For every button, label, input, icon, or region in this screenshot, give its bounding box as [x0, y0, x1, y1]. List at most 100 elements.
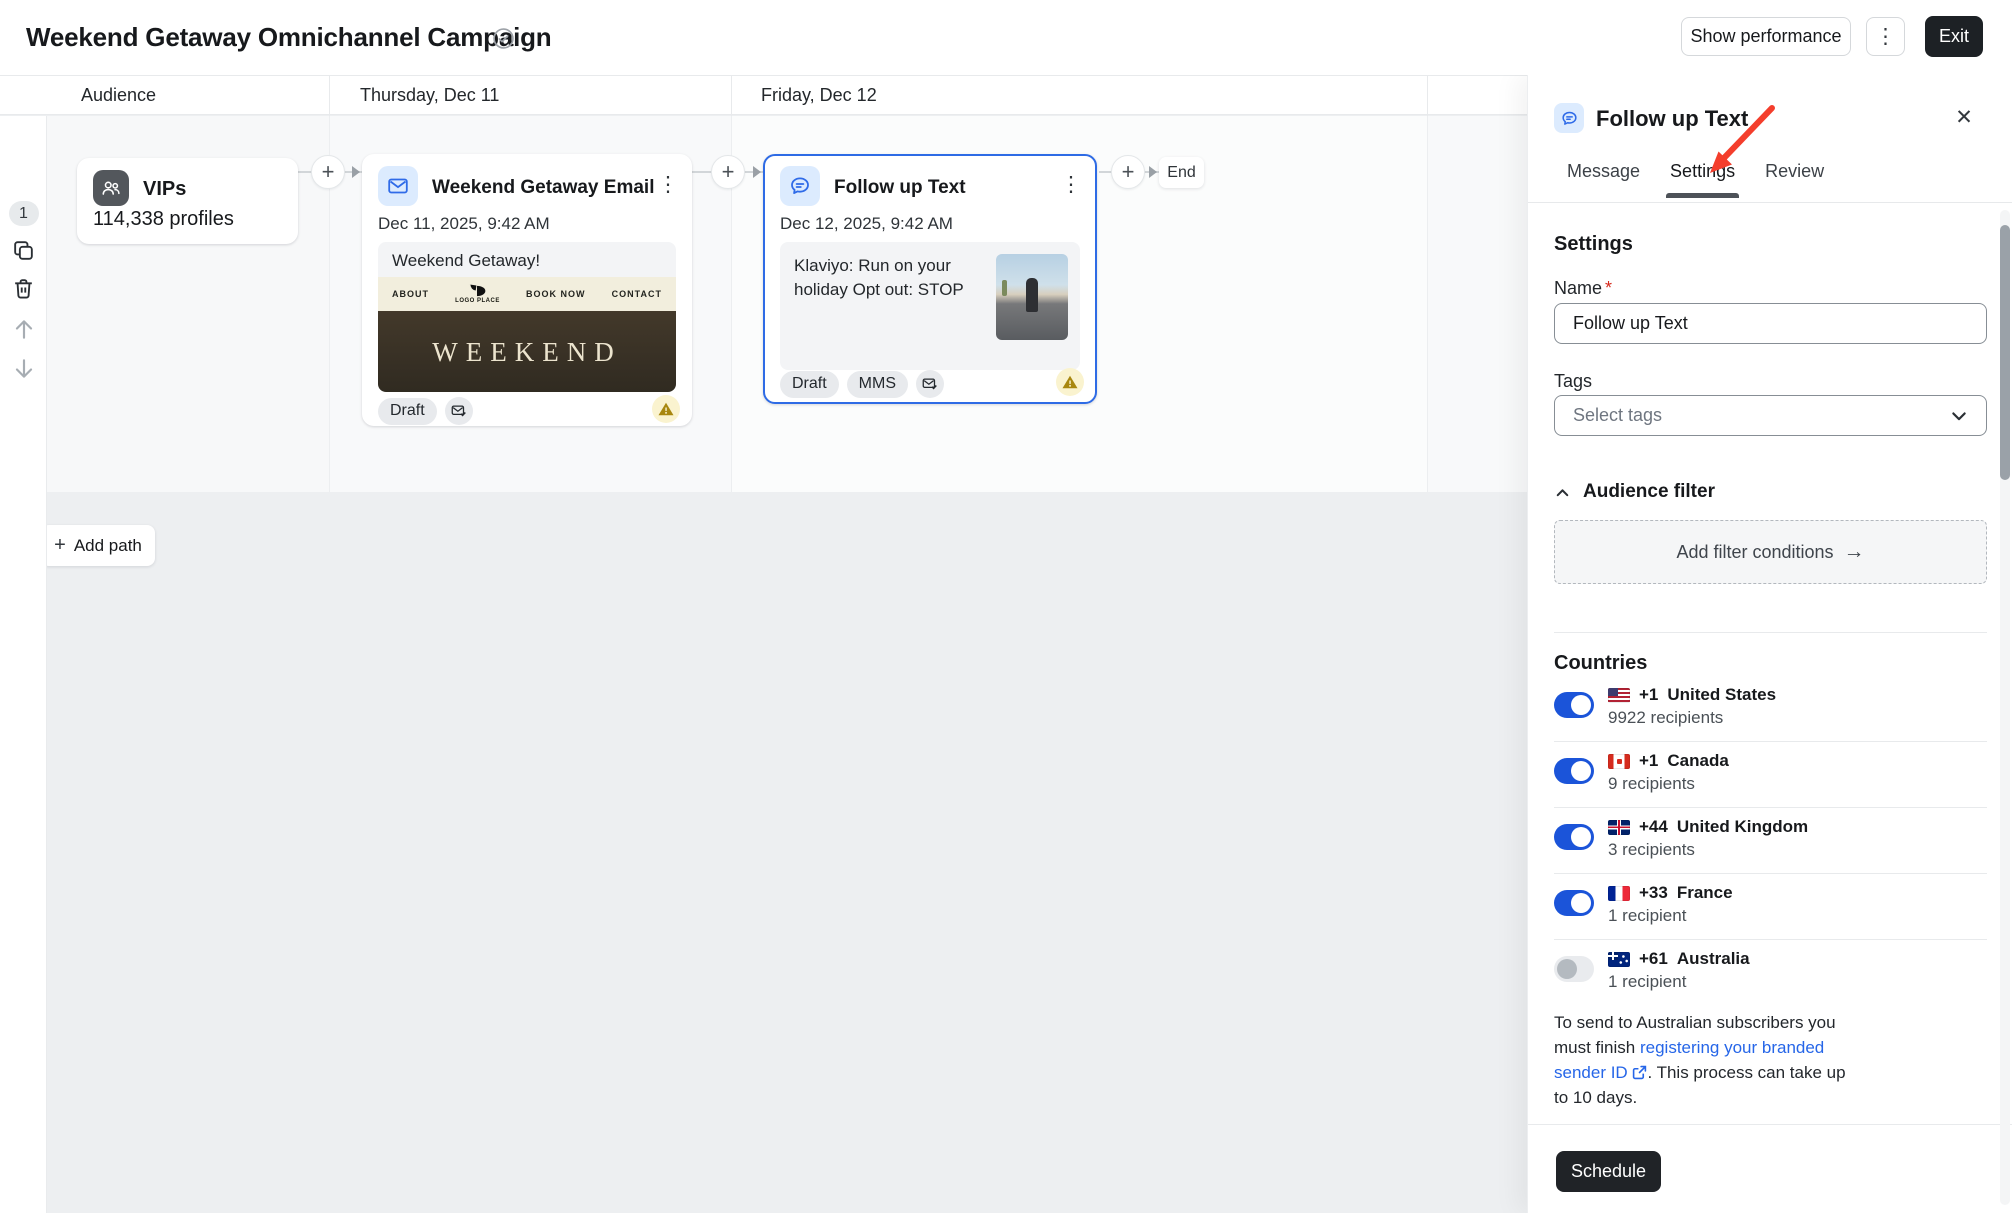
country-row-france: +33 France 1 recipient [1554, 882, 1987, 940]
fr-flag-icon [1608, 886, 1630, 901]
campaign-builder-app: Weekend Getaway Omnichannel Campaign Sho… [0, 0, 2012, 1213]
country-toggle[interactable] [1554, 890, 1594, 916]
country-name: United States [1667, 685, 1776, 705]
country-recipients: 1 recipient [1608, 906, 1686, 926]
exit-button[interactable]: Exit [1925, 16, 1983, 57]
country-row-canada: +1 Canada 9 recipients [1554, 750, 1987, 808]
tab-settings[interactable]: Settings [1670, 161, 1735, 198]
sms-mms-image [996, 254, 1068, 340]
row-divider [1554, 873, 1987, 874]
column-divider [1427, 76, 1428, 116]
email-status-badge: Draft [378, 398, 437, 425]
gb-flag-icon [1608, 820, 1630, 835]
panel-sms-chat-icon [1554, 103, 1584, 133]
add-path-label: Add path [74, 536, 142, 556]
campaign-canvas: Audience Thursday, Dec 11 Friday, Dec 12… [0, 75, 1527, 1213]
email-card[interactable]: Weekend Getaway Email ⋮ Dec 11, 2025, 9:… [362, 154, 692, 426]
move-up-icon[interactable] [0, 316, 47, 342]
more-options-button[interactable]: ⋮ [1866, 17, 1905, 56]
country-name: France [1677, 883, 1733, 903]
row-divider [1554, 939, 1987, 940]
country-toggle[interactable] [1554, 758, 1594, 784]
australia-sender-note: To send to Australian subscribers you mu… [1554, 1010, 1846, 1110]
sms-chat-icon [780, 166, 820, 206]
warning-icon [1056, 368, 1084, 396]
country-code: +33 [1639, 883, 1668, 903]
sms-preview: Klaviyo: Run on your holiday Opt out: ST… [780, 242, 1080, 370]
audience-card-title: VIPs [143, 178, 186, 201]
connector-arrow-icon [352, 166, 360, 178]
country-row-australia: +61 Australia 1 recipient [1554, 948, 1987, 1006]
add-filter-conditions-button[interactable]: Add filter conditions → [1554, 520, 1987, 584]
tags-field-label: Tags [1554, 371, 1592, 392]
country-toggle[interactable] [1554, 824, 1594, 850]
sms-card-menu-icon[interactable]: ⋮ [1057, 170, 1085, 198]
sms-message-text: Klaviyo: Run on your holiday Opt out: ST… [794, 254, 990, 302]
add-path-button[interactable]: + Add path [41, 525, 155, 566]
tabs-divider [1528, 202, 2012, 203]
email-nav-about: ABOUT [392, 289, 429, 299]
sms-card-datetime: Dec 12, 2025, 9:42 AM [780, 214, 953, 234]
column-divider [329, 76, 330, 116]
row-divider [1554, 807, 1987, 808]
email-logo-label: LOGO PLACE [455, 298, 500, 304]
check-circle-icon [492, 27, 515, 50]
name-input[interactable] [1554, 303, 1987, 344]
email-hero-text: WEEKEND [378, 311, 676, 368]
country-recipients: 9922 recipients [1608, 708, 1723, 728]
schedule-button[interactable]: Schedule [1556, 1151, 1661, 1192]
email-hero-image: WEEKEND [378, 311, 676, 392]
email-preview: Weekend Getaway! ABOUT LOGO PLACE BOOK N… [378, 242, 676, 392]
ca-flag-icon [1608, 754, 1630, 769]
add-step-button[interactable]: + [311, 155, 345, 189]
email-preview-nav: ABOUT LOGO PLACE BOOK NOW CONTACT [378, 277, 676, 311]
column-day2-label: Friday, Dec 12 [761, 85, 877, 106]
panel-scrollbar-thumb[interactable] [2000, 225, 2010, 480]
email-nav-contact: CONTACT [612, 289, 662, 299]
footer-divider [1528, 1124, 2012, 1125]
sms-card[interactable]: Follow up Text ⋮ Dec 12, 2025, 9:42 AM K… [763, 154, 1097, 404]
sms-status-badge: Draft [780, 371, 839, 398]
chevron-up-icon [1554, 484, 1571, 501]
country-recipients: 1 recipient [1608, 972, 1686, 992]
email-card-menu-icon[interactable]: ⋮ [654, 170, 682, 198]
envelope-check-icon [445, 397, 473, 425]
required-marker: * [1605, 278, 1612, 298]
row-divider [1554, 741, 1987, 742]
tab-message[interactable]: Message [1567, 161, 1640, 198]
arrow-right-icon: → [1844, 540, 1865, 564]
au-flag-icon [1608, 952, 1630, 967]
email-logo: LOGO PLACE [455, 284, 500, 304]
country-name: Canada [1667, 751, 1728, 771]
column-day1-label: Thursday, Dec 11 [360, 85, 499, 106]
connector-arrow-icon [753, 166, 761, 178]
logo-glyph-icon [464, 284, 490, 297]
top-bar: Weekend Getaway Omnichannel Campaign Sho… [0, 0, 2012, 75]
panel-title: Follow up Text [1596, 106, 1748, 132]
connector-arrow-icon [1149, 166, 1157, 178]
country-toggle[interactable] [1554, 956, 1594, 982]
external-link-icon [1632, 1065, 1647, 1080]
audience-filter-toggle[interactable]: Audience filter [1554, 481, 1715, 503]
show-performance-button[interactable]: Show performance [1681, 17, 1851, 56]
page-title: Weekend Getaway Omnichannel Campaign [26, 22, 551, 53]
delete-icon[interactable] [0, 276, 47, 301]
move-down-icon[interactable] [0, 356, 47, 382]
settings-heading: Settings [1554, 233, 1633, 256]
audience-profiles-count: 114,338 profiles [93, 208, 234, 231]
country-recipients: 9 recipients [1608, 774, 1695, 794]
country-toggle[interactable] [1554, 692, 1594, 718]
column-audience-label: Audience [81, 85, 156, 106]
add-step-button[interactable]: + [711, 155, 745, 189]
close-icon[interactable]: ✕ [1948, 101, 1980, 133]
country-row-united-states: +1 United States 9922 recipients [1554, 684, 1987, 742]
audience-card-vips[interactable]: VIPs 114,338 profiles [77, 158, 298, 244]
plus-icon: + [54, 534, 66, 557]
duplicate-icon[interactable] [0, 238, 47, 263]
country-recipients: 3 recipients [1608, 840, 1695, 860]
email-card-datetime: Dec 11, 2025, 9:42 AM [378, 214, 550, 234]
lane-count-badge: 1 [0, 201, 47, 226]
tags-select[interactable] [1554, 395, 1987, 436]
tab-review[interactable]: Review [1765, 161, 1824, 198]
add-step-button[interactable]: + [1111, 155, 1145, 189]
